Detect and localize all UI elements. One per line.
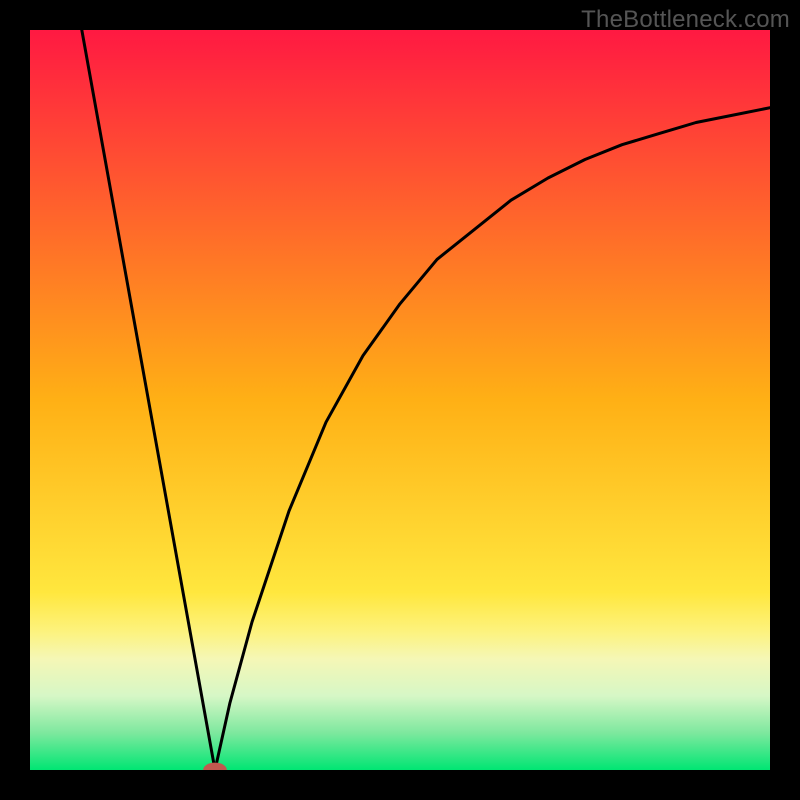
minimum-marker (203, 763, 227, 778)
attribution-text: TheBottleneck.com (581, 6, 790, 34)
chart-container: TheBottleneck.com (0, 0, 800, 800)
plot-background (30, 30, 770, 770)
chart-svg (0, 0, 800, 800)
